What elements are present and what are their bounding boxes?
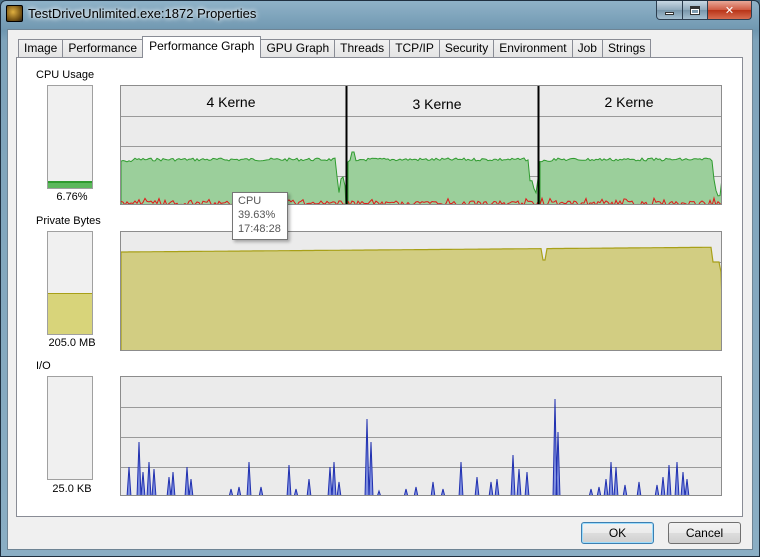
tooltip-value: 39.63% bbox=[238, 209, 276, 221]
tab-performance[interactable]: Performance bbox=[62, 39, 144, 58]
title-bar[interactable]: TestDriveUnlimited.exe:1872 Properties ✕ bbox=[1, 1, 759, 29]
minimize-button[interactable] bbox=[656, 1, 683, 20]
cpu-tooltip: CPU 39.63% 17:48:28 bbox=[232, 192, 288, 240]
performance-graph-panel: CPU Usage 6.76% 4 Kerne 3 Kerne 2 Kerne … bbox=[16, 57, 743, 517]
tab-strip: Image Performance Performance Graph GPU … bbox=[18, 36, 652, 58]
tab-tcp-ip[interactable]: TCP/IP bbox=[389, 39, 440, 58]
io-graph-plot bbox=[121, 398, 721, 495]
close-button[interactable]: ✕ bbox=[707, 1, 752, 20]
cpu-value: 6.76% bbox=[56, 191, 88, 203]
segment-label-2: 2 Kerne bbox=[604, 94, 654, 110]
tooltip-title: CPU bbox=[238, 195, 262, 207]
io-graph bbox=[120, 376, 722, 496]
private-bytes-graph bbox=[120, 231, 722, 351]
io-meter bbox=[47, 376, 93, 480]
tab-job[interactable]: Job bbox=[571, 39, 603, 58]
maximize-button[interactable] bbox=[682, 1, 708, 20]
dialog-client: Image Performance Performance Graph GPU … bbox=[7, 29, 753, 550]
cpu-graph: 4 Kerne 3 Kerne 2 Kerne bbox=[120, 85, 722, 205]
tooltip-time: 17:48:28 bbox=[238, 223, 281, 235]
private-bytes-meter bbox=[47, 231, 93, 335]
close-icon: ✕ bbox=[724, 4, 735, 17]
io-value: 25.0 KB bbox=[52, 483, 92, 495]
tab-image[interactable]: Image bbox=[18, 39, 64, 58]
io-spikes bbox=[126, 398, 690, 495]
private-bytes-meter-fill bbox=[48, 293, 92, 334]
tab-strings[interactable]: Strings bbox=[601, 39, 652, 58]
cpu-area-segment bbox=[539, 157, 721, 204]
cpu-area-segment bbox=[347, 151, 539, 204]
private-bytes-area bbox=[121, 246, 721, 350]
private-bytes-graph-plot bbox=[121, 246, 721, 350]
cpu-meter-fill bbox=[48, 181, 92, 188]
tab-threads[interactable]: Threads bbox=[334, 39, 391, 58]
tab-gpu-graph[interactable]: GPU Graph bbox=[260, 39, 336, 58]
tab-security[interactable]: Security bbox=[438, 39, 495, 58]
cpu-usage-label: CPU Usage bbox=[36, 69, 95, 81]
segment-label-4: 4 Kerne bbox=[206, 94, 256, 110]
segment-label-3: 3 Kerne bbox=[412, 96, 462, 112]
private-bytes-value: 205.0 MB bbox=[48, 337, 96, 349]
properties-window: TestDriveUnlimited.exe:1872 Properties ✕… bbox=[0, 0, 760, 557]
private-bytes-label: Private Bytes bbox=[36, 215, 101, 227]
minimize-icon bbox=[665, 11, 674, 15]
cancel-button[interactable]: Cancel bbox=[668, 522, 741, 544]
tab-environment[interactable]: Environment bbox=[493, 39, 573, 58]
ok-button[interactable]: OK bbox=[581, 522, 654, 544]
maximize-icon bbox=[690, 5, 700, 15]
app-icon bbox=[6, 5, 23, 22]
io-label: I/O bbox=[36, 360, 51, 372]
cpu-meter bbox=[47, 85, 93, 189]
window-title: TestDriveUnlimited.exe:1872 Properties bbox=[28, 6, 257, 21]
tab-performance-graph[interactable]: Performance Graph bbox=[142, 36, 262, 58]
